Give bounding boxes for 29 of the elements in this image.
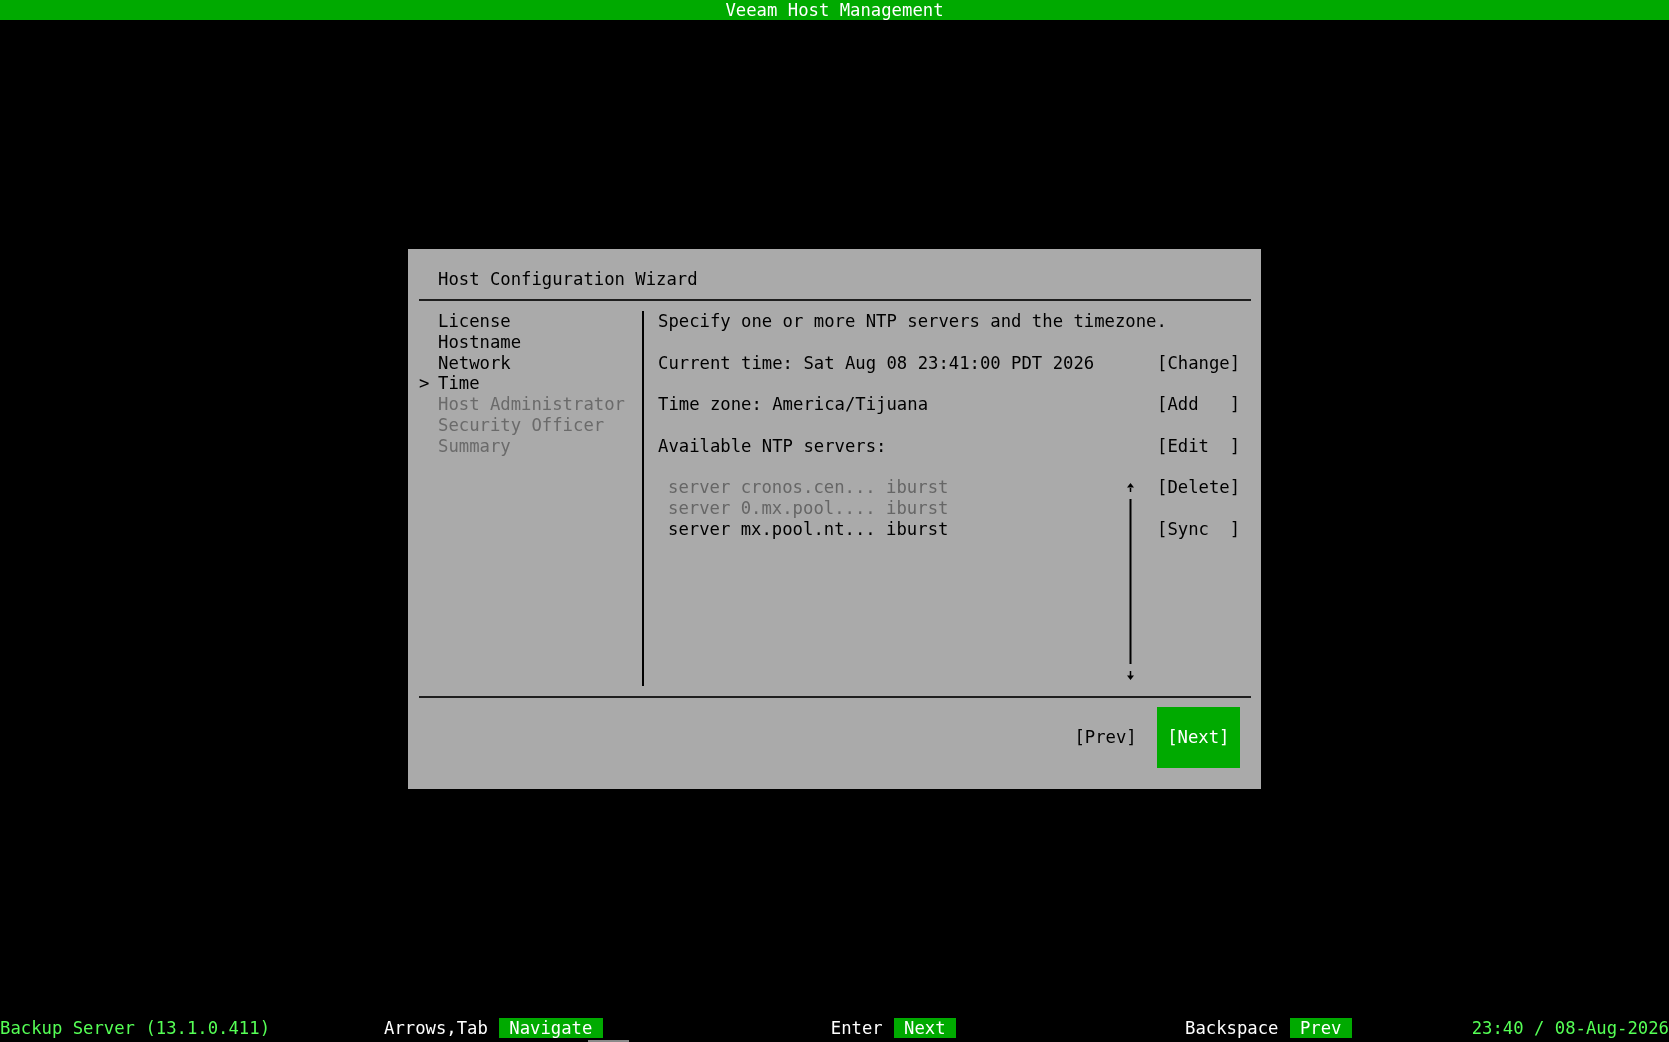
app-title: Veeam Host Management — [725, 0, 944, 20]
time-zone-text: Time zone: America/Tijuana — [658, 394, 929, 415]
action-button[interactable]: [Add ] — [1157, 394, 1241, 415]
shortcut-action: Navigate — [498, 1018, 603, 1039]
wizard-step: > Time — [419, 373, 480, 395]
shortcut-key: Backspace — [1185, 1018, 1279, 1039]
action-button[interactable]: [Edit ] — [1157, 435, 1241, 457]
action-button[interactable]: [Change] — [1157, 352, 1241, 374]
action-button[interactable]: [Delete] — [1157, 477, 1241, 499]
instruction-text: Specify one or more NTP servers and the timezone. — [658, 311, 1167, 331]
wizard-step: Network — [438, 352, 511, 374]
shortcut-action: Next — [893, 1018, 957, 1039]
wizard-step: Hostname — [438, 331, 522, 353]
shortcut-key: Arrows,Tab — [384, 1018, 488, 1039]
wizard-step: Host Administrator — [438, 394, 625, 415]
wizard-step: License — [438, 311, 511, 332]
cursor-icon — [588, 1040, 629, 1042]
shortcut-action: Prev — [1289, 1018, 1352, 1039]
current-time-text: Current time: Sat Aug 08 23:41:00 PDT 2026 — [658, 352, 1095, 373]
action-button[interactable]: [Sync ] — [1157, 518, 1241, 540]
version-text: Backup Server (13.1.0.411) — [0, 1018, 271, 1039]
clock-text: 23:40 / 08-Aug-2026 — [1471, 1018, 1669, 1039]
wizard-step: Security Officer — [438, 414, 605, 436]
dialog-title: Host Configuration Wizard — [438, 268, 698, 289]
ntp-servers-heading: Available NTP servers: — [658, 435, 887, 456]
shortcut-key: Enter — [830, 1018, 883, 1039]
nav-button[interactable]: [Prev] — [1074, 727, 1137, 748]
wizard-step: Summary — [438, 435, 511, 457]
ntp-server-item[interactable]: server mx.pool.nt... iburst — [668, 518, 949, 539]
